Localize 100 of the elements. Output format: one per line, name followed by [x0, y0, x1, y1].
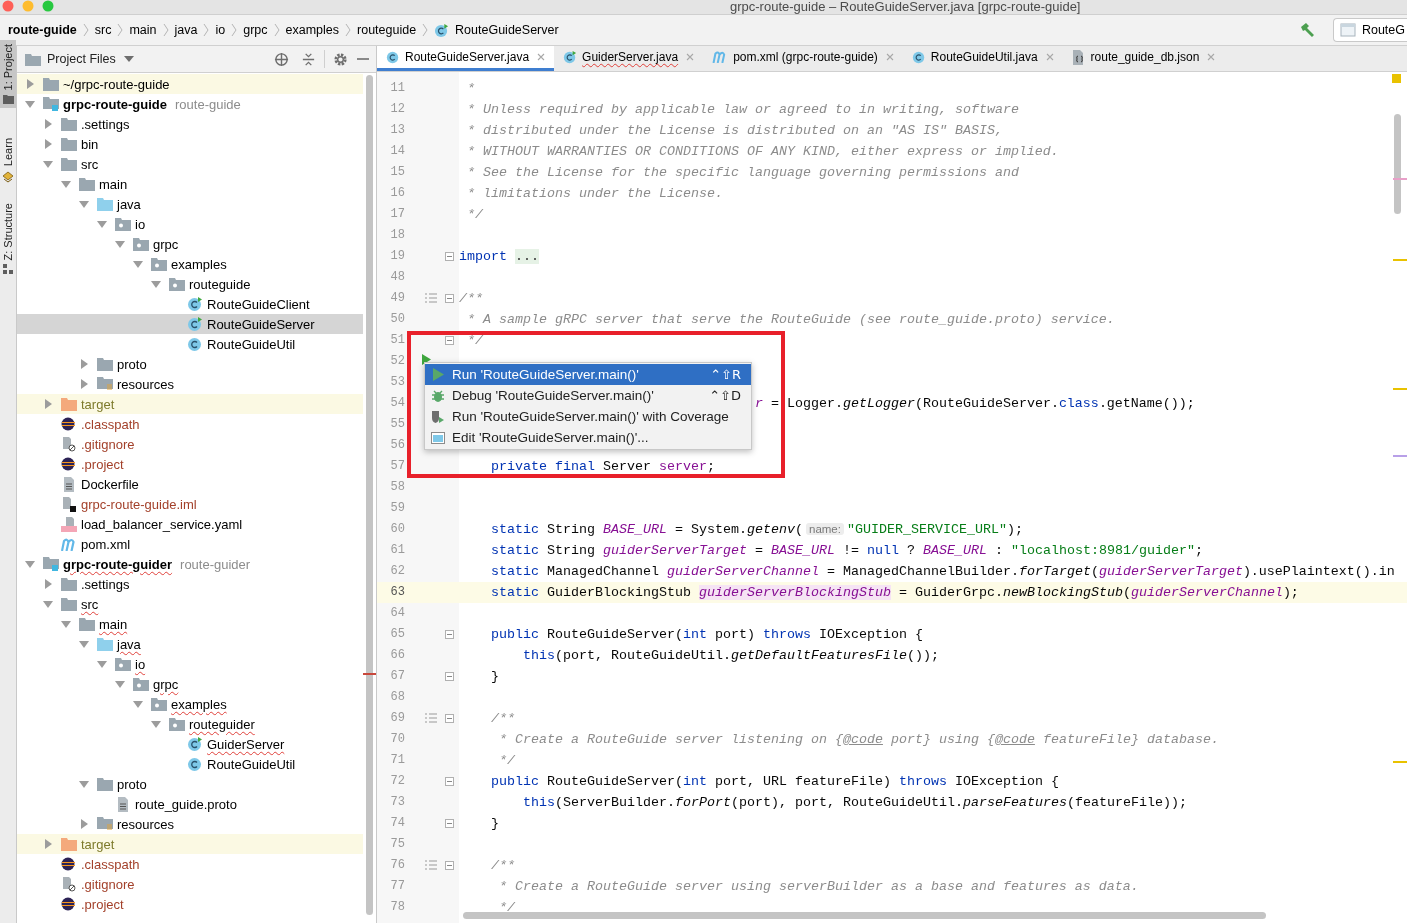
tree-item[interactable]: src	[17, 594, 363, 614]
expand-arrow-icon[interactable]	[25, 559, 35, 569]
expand-arrow-icon[interactable]	[115, 679, 125, 689]
fold-icon[interactable]	[445, 819, 454, 828]
tool-window-tab[interactable]: Z: Structure	[0, 198, 16, 279]
expand-arrow-icon[interactable]	[97, 659, 107, 669]
caret-icon[interactable]	[123, 56, 134, 62]
window-zoom-button[interactable]	[42, 0, 54, 12]
tree-item[interactable]: RouteGuideUtil	[17, 754, 363, 774]
breadcrumb[interactable]: main	[129, 23, 157, 37]
tree-item[interactable]: .gitignore	[17, 874, 363, 894]
menu-item[interactable]: Edit 'RouteGuideServer.main()'...	[425, 427, 751, 448]
tree-item[interactable]: GuiderServer	[17, 734, 363, 754]
expand-arrow-icon[interactable]	[43, 139, 53, 149]
tree-item[interactable]: .gitignore	[17, 434, 363, 454]
expand-arrow-icon[interactable]	[43, 159, 53, 169]
fold-icon[interactable]	[445, 672, 454, 681]
close-icon[interactable]	[885, 53, 894, 61]
tree-item[interactable]: Dockerfile	[17, 474, 363, 494]
tree-item[interactable]: java	[17, 634, 363, 654]
lines-icon[interactable]	[425, 713, 437, 723]
tree-item[interactable]: grpc-route-guide route-guide	[17, 94, 363, 114]
tool-window-tab[interactable]: Learn	[0, 134, 16, 187]
fold-icon[interactable]	[445, 630, 454, 639]
expand-arrow-icon[interactable]	[61, 179, 71, 189]
run-config-dropdown[interactable]: RouteG	[1332, 18, 1407, 42]
expand-arrow-icon[interactable]	[43, 579, 53, 589]
tree-item[interactable]: .settings	[17, 574, 363, 594]
expand-arrow-icon[interactable]	[133, 259, 143, 269]
expand-arrow-icon[interactable]	[25, 99, 35, 109]
editor-tab[interactable]: pom.xml (grpc-route-guide)	[703, 46, 903, 71]
tree-item[interactable]: main	[17, 614, 363, 634]
tree-item[interactable]: src	[17, 154, 363, 174]
editor-tab[interactable]: RouteGuideServer.java	[377, 46, 555, 71]
fold-icon[interactable]	[445, 777, 454, 786]
fold-icon[interactable]	[445, 714, 454, 723]
breadcrumb[interactable]: grpc	[243, 23, 268, 37]
expand-arrow-icon[interactable]	[79, 639, 89, 649]
tree-item[interactable]: ~/grpc-route-guide	[17, 74, 363, 94]
close-icon[interactable]	[1045, 53, 1054, 61]
tool-window-tab[interactable]: 1: Project	[0, 40, 16, 109]
tree-item[interactable]: RouteGuideUtil	[17, 334, 363, 354]
lines-icon[interactable]	[425, 293, 437, 303]
tree-item[interactable]: proto	[17, 354, 363, 374]
breadcrumb[interactable]: java	[174, 23, 198, 37]
fold-icon[interactable]	[445, 861, 454, 870]
tree-item[interactable]: .classpath	[17, 854, 363, 874]
breadcrumb[interactable]: RouteGuideServer	[455, 23, 559, 37]
tree-item[interactable]: io	[17, 654, 363, 674]
expand-arrow-icon[interactable]	[43, 119, 53, 129]
settings-icon[interactable]	[333, 51, 348, 67]
tree-item[interactable]: examples	[17, 694, 363, 714]
menu-item[interactable]: Run 'RouteGuideServer.main()' ⌃⇧R	[425, 364, 751, 385]
close-icon[interactable]	[537, 53, 546, 61]
expand-arrow-icon[interactable]	[43, 599, 53, 609]
expand-arrow-icon[interactable]	[133, 699, 143, 709]
menu-item[interactable]: Debug 'RouteGuideServer.main()' ⌃⇧D	[425, 385, 751, 406]
tree-item[interactable]: bin	[17, 134, 363, 154]
tree-item[interactable]: target	[17, 834, 363, 854]
tree-item[interactable]: routeguide	[17, 274, 363, 294]
tree-item[interactable]: resources	[17, 374, 363, 394]
close-icon[interactable]	[1207, 53, 1216, 61]
window-close-button[interactable]	[2, 0, 14, 12]
breadcrumb[interactable]: src	[94, 23, 112, 37]
scrollbar-thumb[interactable]	[1394, 114, 1401, 214]
scrollbar-thumb[interactable]	[463, 912, 1266, 919]
expand-arrow-icon[interactable]	[97, 219, 107, 229]
tree-item[interactable]: proto	[17, 774, 363, 794]
breadcrumb[interactable]: io	[215, 23, 226, 37]
tree-item[interactable]: grpc-route-guider route-guider	[17, 554, 363, 574]
expand-arrow-icon[interactable]	[151, 719, 161, 729]
tree-item[interactable]: main	[17, 174, 363, 194]
hammer-icon[interactable]	[1298, 22, 1315, 38]
tree-item[interactable]: RouteGuideServer	[17, 314, 363, 334]
tree-item[interactable]: grpc	[17, 674, 363, 694]
tree-item[interactable]: routeguider	[17, 714, 363, 734]
tree-item[interactable]: grpc	[17, 234, 363, 254]
breadcrumb[interactable]: route-guide	[8, 23, 77, 37]
fold-icon[interactable]	[445, 294, 454, 303]
tree-item[interactable]: resources	[17, 814, 363, 834]
tree-item[interactable]: load_balancer_service.yaml	[17, 514, 363, 534]
scrollbar-thumb[interactable]	[366, 75, 373, 915]
expand-arrow-icon[interactable]	[79, 819, 89, 829]
fold-icon[interactable]	[445, 252, 454, 261]
breadcrumb[interactable]: examples	[285, 23, 339, 37]
expand-arrow-icon[interactable]	[79, 379, 89, 389]
editor-tab[interactable]: RouteGuideUtil.java	[902, 46, 1063, 71]
editor-tab[interactable]: GuiderServer.java	[554, 46, 704, 71]
expand-arrow-icon[interactable]	[43, 399, 53, 409]
expand-arrow-icon[interactable]	[151, 279, 161, 289]
fold-icon[interactable]	[445, 336, 454, 345]
tree-item[interactable]: .classpath	[17, 414, 363, 434]
tree-item[interactable]: RouteGuideClient	[17, 294, 363, 314]
expand-arrow-icon[interactable]	[61, 619, 71, 629]
tree-item[interactable]: pom.xml	[17, 534, 363, 554]
breadcrumb[interactable]: routeguide	[357, 23, 417, 37]
tree-item[interactable]: route_guide.proto	[17, 794, 363, 814]
tree-item[interactable]: target	[17, 394, 363, 414]
menu-item[interactable]: Run 'RouteGuideServer.main()' with Coverage	[425, 406, 751, 427]
expand-arrow-icon[interactable]	[79, 199, 89, 209]
